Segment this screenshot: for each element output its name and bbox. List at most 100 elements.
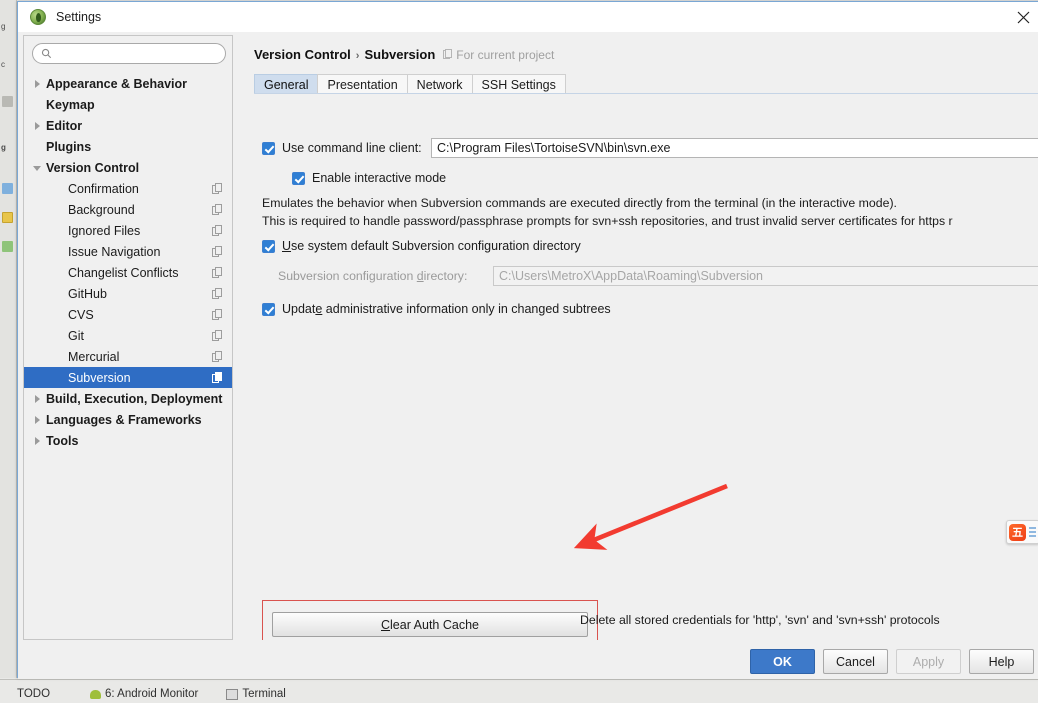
sidebar-item-keymap[interactable]: Keymap	[24, 94, 232, 115]
sidebar-item-editor[interactable]: Editor	[24, 115, 232, 136]
chevron-down-icon[interactable]	[32, 162, 44, 174]
cancel-button[interactable]: Cancel	[823, 649, 888, 674]
sidebar-item-label: Plugins	[46, 139, 92, 154]
chevron-right-icon[interactable]	[32, 120, 44, 132]
status-item-todo[interactable]: TODO	[4, 688, 50, 700]
copy-settings-icon[interactable]	[212, 330, 222, 341]
copy-settings-icon[interactable]	[212, 267, 222, 278]
sidebar-item-label: Editor	[46, 118, 83, 133]
copy-settings-icon[interactable]	[212, 372, 222, 383]
dialog-title: Settings	[56, 10, 102, 24]
ide-strip-chip-2	[2, 212, 13, 223]
close-icon[interactable]	[1010, 6, 1036, 28]
cli-path-input[interactable]: C:\Program Files\TortoiseSVN\bin\svn.exe	[431, 138, 1038, 158]
sidebar-item-label: Appearance & Behavior	[46, 76, 188, 91]
sidebar-item-version-control[interactable]: Version Control	[24, 157, 232, 178]
clear-auth-cache-button[interactable]: Clear Auth Cache	[272, 612, 588, 637]
breadcrumb-scope-label: For current project	[456, 48, 555, 62]
ide-strip-tag-0: g	[1, 22, 6, 31]
sidebar-item-changelist-conflicts[interactable]: Changelist Conflicts	[24, 262, 232, 283]
search-field-wrapper	[32, 43, 226, 64]
android-studio-icon	[30, 9, 46, 25]
sidebar-item-git[interactable]: Git	[24, 325, 232, 346]
settings-tree: Appearance & Behavior Keymap Editor Plugins…	[24, 73, 232, 451]
chevron-right-icon[interactable]	[32, 78, 44, 90]
status-item-terminal[interactable]: Terminal	[226, 688, 286, 700]
chevron-right-icon[interactable]	[32, 414, 44, 426]
enable-interactive-mode-row[interactable]: Enable interactive mode	[292, 171, 446, 185]
android-icon	[90, 689, 102, 699]
ide-strip-chip-3	[2, 241, 13, 252]
search-input[interactable]	[32, 43, 226, 64]
copy-settings-icon[interactable]	[212, 288, 222, 299]
sidebar-item-ignored-files[interactable]: Ignored Files	[24, 220, 232, 241]
status-label-terminal: Terminal	[242, 688, 286, 700]
settings-detail-panel: Version Control › Subversion For current pr…	[240, 35, 1038, 640]
sidebar-item-cvs[interactable]: CVS	[24, 304, 232, 325]
use-command-line-client-row[interactable]: Use command line client:	[262, 141, 422, 155]
sidebar-item-languages-frameworks[interactable]: Languages & Frameworks	[24, 409, 232, 430]
ide-strip-chip-0	[2, 96, 13, 107]
chevron-right-icon[interactable]	[32, 435, 44, 447]
ime-menu-dots[interactable]	[1029, 527, 1036, 537]
sidebar-item-label: Ignored Files	[68, 223, 141, 238]
help-button[interactable]: Help	[969, 649, 1034, 674]
sidebar-item-label: Keymap	[46, 97, 95, 112]
use-system-default-config-row[interactable]: Use system default Subversion configurat…	[262, 239, 581, 253]
copy-settings-icon[interactable]	[212, 204, 222, 215]
breadcrumb: Version Control › Subversion For current pr…	[254, 47, 554, 62]
dialog-footer: OK Cancel Apply Help	[18, 644, 1038, 679]
tab-network[interactable]: Network	[406, 74, 473, 94]
sidebar-item-label: Tools	[46, 433, 79, 448]
sidebar-item-confirmation[interactable]: Confirmation	[24, 178, 232, 199]
sidebar-item-label: GitHub	[68, 286, 107, 301]
ide-strip-tag-2: g	[1, 143, 6, 152]
sidebar-item-build-execution-deployment[interactable]: Build, Execution, Deployment	[24, 388, 232, 409]
sidebar-item-label: Background	[68, 202, 135, 217]
sidebar-item-mercurial[interactable]: Mercurial	[24, 346, 232, 367]
chevron-right-icon[interactable]	[32, 393, 44, 405]
tab-ssh-settings[interactable]: SSH Settings	[471, 74, 566, 94]
update-admin-info-row[interactable]: Update administrative information only i…	[262, 302, 611, 316]
sidebar-item-plugins[interactable]: Plugins	[24, 136, 232, 157]
status-item-android-monitor[interactable]: 6: Android Monitor	[90, 688, 198, 700]
settings-dialog: Settings Appearance & Behavior Keymap Edit…	[17, 1, 1038, 679]
copy-settings-icon[interactable]	[212, 183, 222, 194]
ok-button[interactable]: OK	[750, 649, 815, 674]
copy-settings-icon[interactable]	[212, 309, 222, 320]
copy-settings-icon[interactable]	[212, 225, 222, 236]
apply-button: Apply	[896, 649, 961, 674]
project-scope-icon	[443, 49, 453, 59]
breadcrumb-scope: For current project	[443, 48, 554, 62]
update-admin-info-checkbox[interactable]	[262, 302, 275, 316]
status-label-android-monitor: 6: Android Monitor	[105, 688, 199, 700]
clear-auth-cache-description: Delete all stored credentials for 'http'…	[580, 613, 940, 627]
config-dir-input: C:\Users\MetroX\AppData\Roaming\Subversi…	[493, 266, 1038, 286]
interactive-desc-line-2: This is required to handle password/pass…	[262, 214, 953, 228]
copy-settings-icon[interactable]	[212, 351, 222, 362]
update-admin-info-label: Update administrative information only i…	[282, 302, 611, 316]
sidebar-item-github[interactable]: GitHub	[24, 283, 232, 304]
sidebar-item-background[interactable]: Background	[24, 199, 232, 220]
tab-presentation[interactable]: Presentation	[317, 74, 408, 94]
tab-general[interactable]: General	[254, 74, 319, 94]
sidebar-item-label: Changelist Conflicts	[68, 265, 179, 280]
sogou-ime-icon[interactable]: 五	[1006, 520, 1038, 544]
tab-underline	[254, 93, 1038, 94]
sidebar-item-label: Mercurial	[68, 349, 120, 364]
sidebar-item-issue-navigation[interactable]: Issue Navigation	[24, 241, 232, 262]
enable-interactive-mode-checkbox[interactable]	[292, 171, 305, 185]
status-label-todo: TODO	[17, 688, 51, 700]
sidebar-item-appearance-behavior[interactable]: Appearance & Behavior	[24, 73, 232, 94]
sidebar-item-tools[interactable]: Tools	[24, 430, 232, 451]
use-command-line-client-checkbox[interactable]	[262, 141, 275, 155]
use-system-default-config-checkbox[interactable]	[262, 239, 275, 253]
sidebar-item-label: Subversion	[68, 370, 131, 385]
copy-settings-icon[interactable]	[212, 246, 222, 257]
dialog-title-bar: Settings	[18, 2, 1038, 33]
terminal-icon	[226, 688, 239, 700]
use-system-default-config-label: Use system default Subversion configurat…	[282, 239, 581, 253]
breadcrumb-root[interactable]: Version Control	[254, 47, 351, 62]
sidebar-item-subversion[interactable]: Subversion	[24, 367, 232, 388]
